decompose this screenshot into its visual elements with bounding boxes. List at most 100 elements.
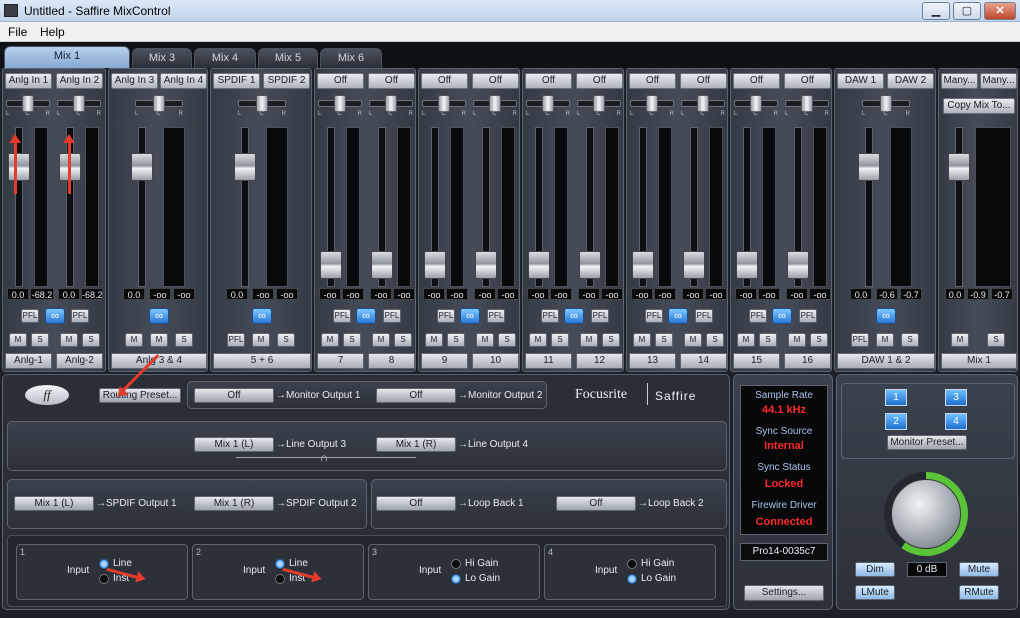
input-select[interactable]: Off — [472, 73, 519, 89]
mute-button[interactable]: M — [321, 333, 339, 347]
fader-knob[interactable] — [736, 251, 758, 279]
mute-button[interactable]: M — [252, 333, 270, 347]
solo-button[interactable]: S — [498, 333, 516, 347]
monitor-select-4[interactable]: 4 — [945, 413, 967, 430]
solo-button[interactable]: S — [810, 333, 828, 347]
link-button[interactable]: ∞ — [876, 308, 896, 324]
fader-knob[interactable] — [371, 251, 393, 279]
fader-knob[interactable] — [579, 251, 601, 279]
fader-knob[interactable] — [683, 251, 705, 279]
solo-button[interactable]: S — [175, 333, 193, 347]
tab-mix-4[interactable]: Mix 4 — [194, 48, 256, 68]
loopback-2-source[interactable]: Off — [556, 496, 636, 511]
pan-slider-daw[interactable]: LCR — [862, 95, 910, 117]
mix-source-button-1[interactable]: Many... — [941, 73, 978, 89]
link-button[interactable]: ∞ — [252, 308, 272, 324]
input-select[interactable]: Off — [629, 73, 676, 89]
pfl-button[interactable]: PFL — [437, 309, 455, 323]
link-button[interactable]: ∞ — [460, 308, 480, 324]
link-button[interactable]: ∞ — [45, 308, 65, 324]
solo-button[interactable]: S — [551, 333, 569, 347]
pfl-button[interactable]: PFL — [799, 309, 817, 323]
fader-knob[interactable] — [320, 251, 342, 279]
input-select[interactable]: Off — [784, 73, 831, 89]
input-select-anlg-in-3[interactable]: Anlg In 3 — [111, 73, 158, 89]
solo-button[interactable]: S — [602, 333, 620, 347]
left-mute-button[interactable]: LMute — [855, 585, 895, 600]
fader-knob[interactable] — [787, 251, 809, 279]
option-2-selector[interactable] — [451, 574, 461, 584]
spdif-output-1-source[interactable]: Mix 1 (L) — [14, 496, 94, 511]
line-output-3-source[interactable]: Mix 1 (L) — [194, 437, 274, 452]
solo-button[interactable]: S — [394, 333, 412, 347]
input-select-spdif-2[interactable]: SPDIF 2 — [263, 73, 310, 89]
input-select-daw-2[interactable]: DAW 2 — [887, 73, 934, 89]
pfl-button[interactable]: PFL — [851, 333, 869, 347]
option-1-selector[interactable] — [627, 559, 637, 569]
mute-button[interactable]: M — [125, 333, 143, 347]
link-button[interactable]: ∞ — [772, 308, 792, 324]
fader-knob-3-4[interactable] — [131, 153, 153, 181]
settings-button[interactable]: Settings... — [744, 585, 824, 601]
fader-knob[interactable] — [528, 251, 550, 279]
mute-button[interactable]: M — [737, 333, 755, 347]
monitor-output-1-source[interactable]: Off — [194, 388, 274, 403]
mix-source-button-2[interactable]: Many... — [980, 73, 1017, 89]
pfl-button-1[interactable]: PFL — [21, 309, 39, 323]
sample-rate-value[interactable]: 44.1 kHz — [741, 404, 827, 416]
monitor-volume-knob[interactable] — [884, 472, 968, 556]
maximize-button[interactable]: ▢ — [953, 2, 981, 20]
mute-button[interactable]: M — [529, 333, 547, 347]
fader-knob-spdif[interactable] — [234, 153, 256, 181]
solo-button[interactable]: S — [759, 333, 777, 347]
pan-slider[interactable]: LCR — [473, 95, 517, 117]
solo-button[interactable]: S — [447, 333, 465, 347]
mute-button-master[interactable]: M — [951, 333, 969, 347]
option-2-selector[interactable] — [99, 574, 109, 584]
pfl-button[interactable]: PFL — [591, 309, 609, 323]
pan-slider[interactable]: LCR — [734, 95, 778, 117]
pfl-button[interactable]: PFL — [695, 309, 713, 323]
pan-slider-2[interactable]: LCR — [57, 95, 101, 117]
mute-button[interactable]: M — [476, 333, 494, 347]
dim-button[interactable]: Dim — [855, 562, 895, 577]
pan-slider[interactable]: LCR — [681, 95, 725, 117]
solo-button[interactable]: S — [277, 333, 295, 347]
tab-mix-1[interactable]: Mix 1 — [4, 46, 130, 68]
input-select-anlg-in-1[interactable]: Anlg In 1 — [5, 73, 52, 89]
input-select[interactable]: Off — [525, 73, 572, 89]
pfl-button[interactable]: PFL — [227, 333, 245, 347]
loopback-1-source[interactable]: Off — [376, 496, 456, 511]
solo-button-2[interactable]: S — [82, 333, 100, 347]
pan-slider[interactable]: LCR — [318, 95, 362, 117]
routing-preset-button[interactable]: Routing Preset... — [99, 388, 181, 403]
input-select-anlg-in-4[interactable]: Anlg In 4 — [160, 73, 207, 89]
mute-button[interactable]: M — [876, 333, 894, 347]
pan-slider[interactable]: LCR — [526, 95, 570, 117]
mute-button-1[interactable]: M — [9, 333, 27, 347]
pfl-button[interactable]: PFL — [749, 309, 767, 323]
monitor-output-2-source[interactable]: Off — [376, 388, 456, 403]
input-select[interactable]: Off — [317, 73, 364, 89]
monitor-select-2[interactable]: 2 — [885, 413, 907, 430]
monitor-select-1[interactable]: 1 — [885, 389, 907, 406]
solo-button[interactable]: S — [343, 333, 361, 347]
pfl-button[interactable]: PFL — [645, 309, 663, 323]
pfl-button[interactable]: PFL — [487, 309, 505, 323]
fader-knob[interactable] — [632, 251, 654, 279]
pan-slider-3-4[interactable]: LCR — [135, 95, 183, 117]
input-select-anlg-in-2[interactable]: Anlg In 2 — [56, 73, 103, 89]
minimize-button[interactable]: ▁ — [922, 2, 950, 20]
pan-slider[interactable]: LCR — [577, 95, 621, 117]
solo-button-1[interactable]: S — [31, 333, 49, 347]
menu-file[interactable]: File — [8, 25, 27, 39]
right-mute-button[interactable]: RMute — [959, 585, 999, 600]
spdif-output-2-source[interactable]: Mix 1 (R) — [194, 496, 274, 511]
fader-knob-1[interactable] — [8, 153, 30, 181]
input-select[interactable]: Off — [576, 73, 623, 89]
mute-button[interactable]: M — [580, 333, 598, 347]
monitor-preset-button[interactable]: Monitor Preset... — [887, 435, 967, 450]
fader-knob-master[interactable] — [948, 153, 970, 181]
pan-slider[interactable]: LCR — [785, 95, 829, 117]
option-2-selector[interactable] — [275, 574, 285, 584]
